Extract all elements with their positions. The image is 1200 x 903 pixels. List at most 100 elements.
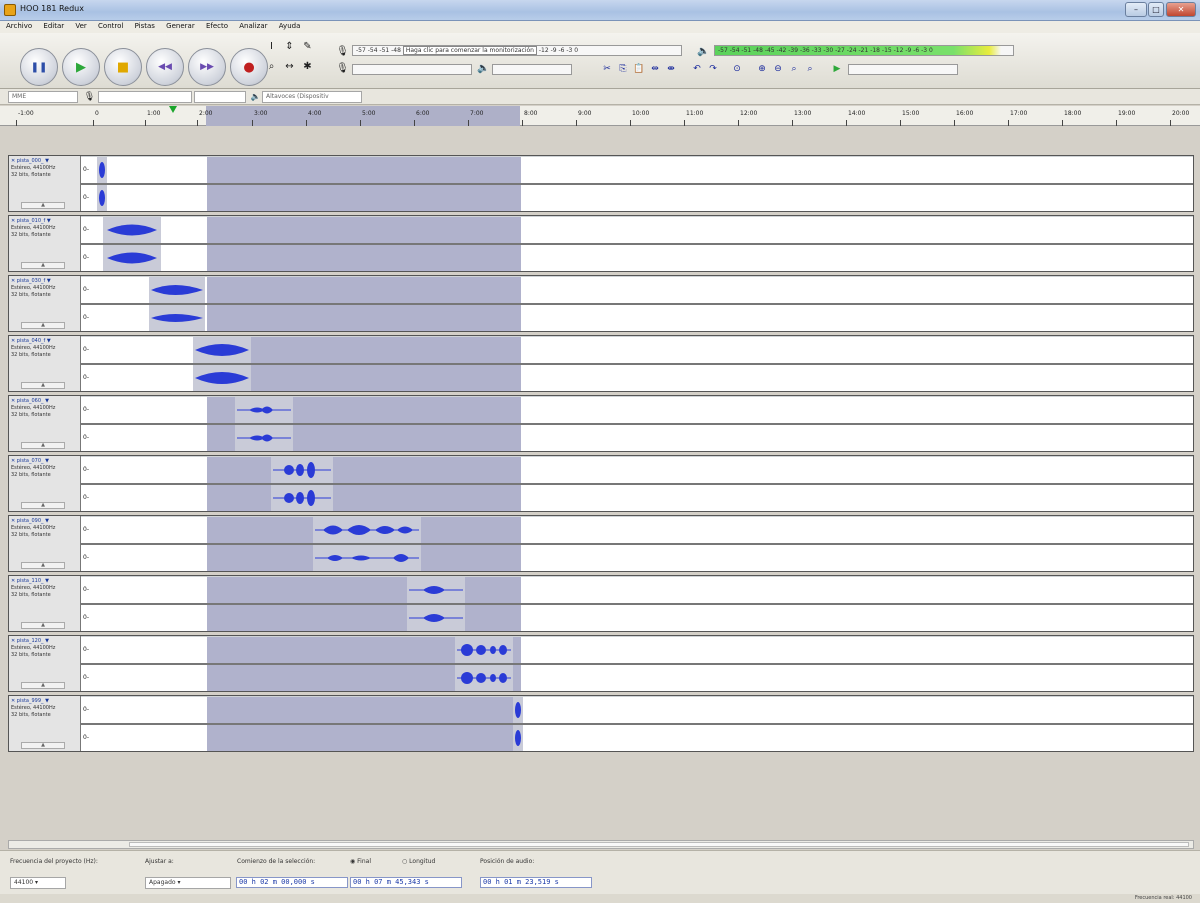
zoom-out-icon[interactable]: ⊖: [771, 63, 785, 76]
paste-icon[interactable]: 📋: [632, 63, 646, 76]
length-radio[interactable]: ○ Longitud: [402, 858, 435, 865]
menu-editar[interactable]: Editar: [43, 22, 64, 30]
left-channel[interactable]: 0-: [81, 577, 1193, 603]
left-channel[interactable]: 0-: [81, 457, 1193, 483]
pause-button[interactable]: ❚❚: [20, 48, 58, 86]
track-collapse-button[interactable]: ▲: [21, 442, 65, 449]
track-collapse-button[interactable]: ▲: [21, 742, 65, 749]
menu-generar[interactable]: Generar: [166, 22, 195, 30]
timeshift-tool-icon[interactable]: ↔: [282, 60, 297, 74]
right-channel[interactable]: 0-: [81, 425, 1193, 451]
track-collapse-button[interactable]: ▲: [21, 622, 65, 629]
track-collapse-button[interactable]: ▲: [21, 202, 65, 209]
track-collapse-button[interactable]: ▲: [21, 562, 65, 569]
fit-project-icon[interactable]: ⌕: [803, 63, 817, 76]
track[interactable]: ✕ pista_040_f ▼ Estéreo, 44100Hz 32 bits…: [8, 335, 1194, 392]
recording-channels-select[interactable]: [194, 91, 246, 103]
audio-clip[interactable]: [149, 277, 205, 303]
audio-clip[interactable]: [313, 517, 421, 543]
draw-tool-icon[interactable]: ✎: [300, 40, 315, 54]
recording-device-select[interactable]: [98, 91, 192, 103]
record-volume-slider[interactable]: [352, 64, 472, 75]
left-channel[interactable]: 0-: [81, 277, 1193, 303]
track-collapse-button[interactable]: ▲: [21, 682, 65, 689]
right-channel[interactable]: 0-: [81, 725, 1193, 751]
stop-button[interactable]: ■: [104, 48, 142, 86]
cut-icon[interactable]: ✂: [600, 63, 614, 76]
track[interactable]: ✕ pista_070_ ▼ Estéreo, 44100Hz 32 bits,…: [8, 455, 1194, 512]
audio-clip[interactable]: [455, 665, 513, 691]
maximize-button[interactable]: □: [1148, 2, 1164, 17]
right-channel[interactable]: 0-: [81, 365, 1193, 391]
undo-icon[interactable]: ↶: [690, 63, 704, 76]
selection-start-time[interactable]: 00 h 02 m 00,000 s: [236, 877, 348, 888]
right-channel[interactable]: 0-: [81, 545, 1193, 571]
track-collapse-button[interactable]: ▲: [21, 382, 65, 389]
track[interactable]: ✕ pista_120_ ▼ Estéreo, 44100Hz 32 bits,…: [8, 635, 1194, 692]
left-channel[interactable]: 0-: [81, 337, 1193, 363]
audio-clip[interactable]: [271, 485, 333, 511]
track-name[interactable]: ✕ pista_030_f ▼: [11, 278, 51, 284]
track[interactable]: ✕ pista_060_ ▼ Estéreo, 44100Hz 32 bits,…: [8, 395, 1194, 452]
left-channel[interactable]: 0-: [81, 637, 1193, 663]
envelope-tool-icon[interactable]: ⇕: [282, 40, 297, 54]
track[interactable]: ✕ pista_999_ ▼ Estéreo, 44100Hz 32 bits,…: [8, 695, 1194, 752]
project-rate-select[interactable]: 44100 ▾: [10, 877, 66, 889]
track-collapse-button[interactable]: ▲: [21, 322, 65, 329]
playback-volume-slider[interactable]: [492, 64, 572, 75]
zoom-in-icon[interactable]: ⊕: [755, 63, 769, 76]
menu-analizar[interactable]: Analizar: [239, 22, 267, 30]
right-channel[interactable]: 0-: [81, 485, 1193, 511]
track-collapse-button[interactable]: ▲: [21, 262, 65, 269]
record-meter[interactable]: -57 -54 -51 -48 Haga clic para comenzar …: [352, 45, 682, 56]
minimize-button[interactable]: –: [1125, 2, 1147, 17]
right-channel[interactable]: 0-: [81, 245, 1193, 271]
audio-clip[interactable]: [97, 157, 107, 183]
audio-host-select[interactable]: MME: [8, 91, 78, 103]
track-name[interactable]: ✕ pista_120_ ▼: [11, 638, 49, 644]
right-channel[interactable]: 0-: [81, 185, 1193, 211]
right-channel[interactable]: 0-: [81, 605, 1193, 631]
selection-tool-icon[interactable]: I: [264, 40, 279, 54]
track-collapse-button[interactable]: ▲: [21, 502, 65, 509]
track[interactable]: ✕ pista_000_ ▼ Estéreo, 44100Hz 32 bits,…: [8, 155, 1194, 212]
audio-clip[interactable]: [313, 545, 421, 571]
track-name[interactable]: ✕ pista_060_ ▼: [11, 398, 49, 404]
menu-efecto[interactable]: Efecto: [206, 22, 228, 30]
zoom-tool-icon[interactable]: ⌕: [264, 60, 279, 74]
left-channel[interactable]: 0-: [81, 157, 1193, 183]
right-channel[interactable]: 0-: [81, 665, 1193, 691]
playback-device-select[interactable]: Altavoces (Dispositiv: [262, 91, 362, 103]
audio-clip[interactable]: [513, 697, 523, 723]
right-channel[interactable]: 0-: [81, 305, 1193, 331]
menu-pistas[interactable]: Pistas: [135, 22, 155, 30]
left-channel[interactable]: 0-: [81, 397, 1193, 423]
play-speed-slider[interactable]: [848, 64, 958, 75]
sync-lock-icon[interactable]: ⊙: [730, 63, 744, 76]
audio-clip[interactable]: [271, 457, 333, 483]
track-name[interactable]: ✕ pista_040_f ▼: [11, 338, 51, 344]
multi-tool-icon[interactable]: ✱: [300, 60, 315, 74]
play-at-speed-icon[interactable]: ▶: [830, 63, 844, 76]
audio-clip[interactable]: [193, 337, 251, 363]
end-radio[interactable]: ◉ Final: [350, 858, 371, 865]
track-name[interactable]: ✕ pista_090_ ▼: [11, 518, 49, 524]
playback-meter[interactable]: -57 -54 -51 -48 -45 -42 -39 -36 -33 -30 …: [714, 45, 1014, 56]
track-name[interactable]: ✕ pista_000_ ▼: [11, 158, 49, 164]
track-name[interactable]: ✕ pista_110_ ▼: [11, 578, 49, 584]
audio-clip[interactable]: [235, 425, 293, 451]
menu-archivo[interactable]: Archivo: [6, 22, 32, 30]
track[interactable]: ✕ pista_030_f ▼ Estéreo, 44100Hz 32 bits…: [8, 275, 1194, 332]
audio-clip[interactable]: [97, 185, 107, 211]
track-name[interactable]: ✕ pista_999_ ▼: [11, 698, 49, 704]
trim-icon[interactable]: ⇹: [648, 63, 662, 76]
left-channel[interactable]: 0-: [81, 217, 1193, 243]
skip-to-start-button[interactable]: ◀◀: [146, 48, 184, 86]
left-channel[interactable]: 0-: [81, 697, 1193, 723]
copy-icon[interactable]: ⎘: [616, 63, 630, 76]
audio-clip[interactable]: [513, 725, 523, 751]
audio-clip[interactable]: [149, 305, 205, 331]
track-name[interactable]: ✕ pista_070_ ▼: [11, 458, 49, 464]
track[interactable]: ✕ pista_010_f ▼ Estéreo, 44100Hz 32 bits…: [8, 215, 1194, 272]
skip-to-end-button[interactable]: ▶▶: [188, 48, 226, 86]
